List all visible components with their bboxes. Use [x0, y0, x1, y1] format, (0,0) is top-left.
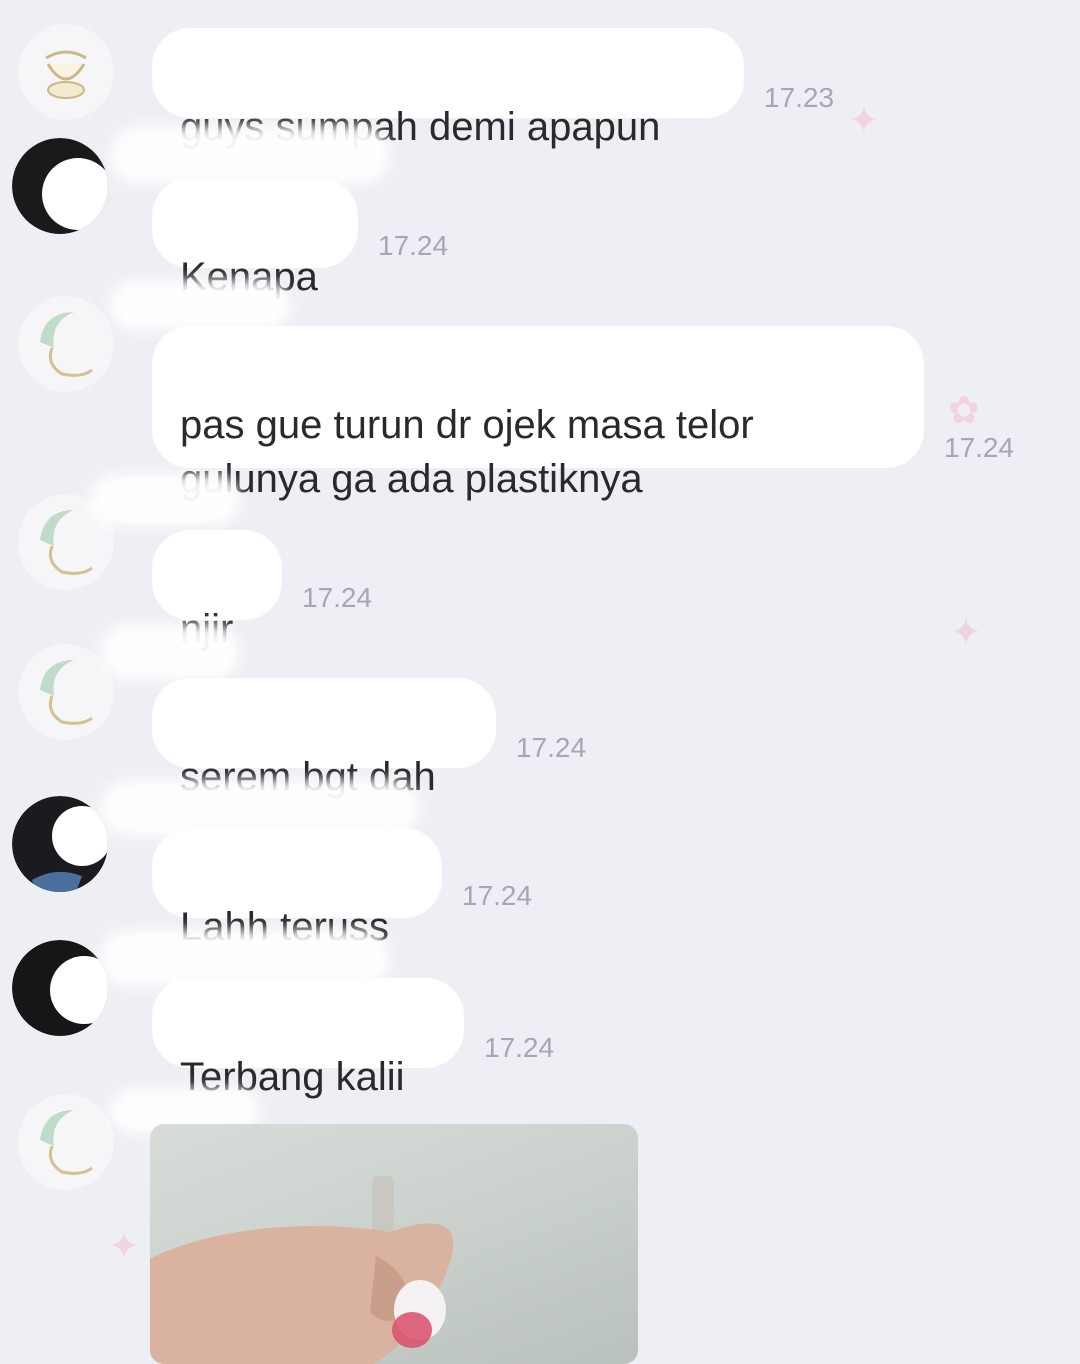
message-timestamp: 17.24	[484, 1032, 555, 1063]
avatar[interactable]	[12, 796, 108, 892]
sparkle-icon: ✿	[948, 390, 980, 432]
avatar[interactable]	[18, 296, 114, 392]
avatar[interactable]	[18, 1094, 114, 1190]
message-timestamp: 17.24	[378, 230, 449, 261]
message-bubble[interactable]: Kenapa	[152, 178, 358, 299]
message-timestamp: 17.24	[302, 582, 373, 613]
message-bubble[interactable]: guys sumpah demi apapun	[152, 28, 744, 149]
message-bubble[interactable]: serem bgt dah	[152, 678, 496, 799]
photo-hand-holding-stick	[150, 1176, 454, 1364]
sparkle-icon: ✦	[848, 100, 880, 142]
message-timestamp: 17.24	[944, 432, 1015, 463]
sender-name-redacted	[110, 126, 390, 184]
message-bubble[interactable]: Terbang kalii	[152, 978, 464, 1099]
message-bubble[interactable]: Lahh teruss	[152, 828, 442, 949]
avatar[interactable]	[12, 138, 108, 234]
message-timestamp: 17.24	[462, 880, 533, 911]
message-text: pas gue turun dr ojek masa telor gulunya…	[180, 403, 754, 501]
message-timestamp: 17.24	[516, 732, 587, 763]
message-bubble[interactable]: pas gue turun dr ojek masa telor gulunya…	[152, 326, 924, 501]
sparkle-icon: ✦	[108, 1226, 140, 1268]
sender-name-redacted	[110, 280, 290, 330]
avatar[interactable]	[18, 24, 114, 120]
message-timestamp: 17.23	[764, 82, 835, 113]
profile-photo-avatar-icon	[12, 138, 108, 234]
chat-view: ✦ ✿ ✦ ✦ guys sumpah demi apapun 17.23 Ke…	[0, 0, 1080, 1364]
sparkle-icon: ✦	[950, 612, 982, 654]
avatar[interactable]	[12, 940, 108, 1036]
shared-photo[interactable]	[150, 1124, 638, 1364]
cartoon-sticker-avatar-icon	[18, 296, 114, 392]
cartoon-sticker-avatar-icon	[18, 24, 114, 120]
sender-name-redacted	[90, 474, 240, 526]
profile-photo-avatar-icon	[12, 796, 108, 892]
sender-name-redacted	[100, 624, 240, 680]
profile-photo-avatar-icon	[12, 940, 108, 1036]
message-bubble[interactable]: njir	[152, 530, 282, 651]
cartoon-sticker-avatar-icon	[18, 1094, 114, 1190]
cartoon-sticker-avatar-icon	[18, 644, 114, 740]
avatar[interactable]	[18, 644, 114, 740]
